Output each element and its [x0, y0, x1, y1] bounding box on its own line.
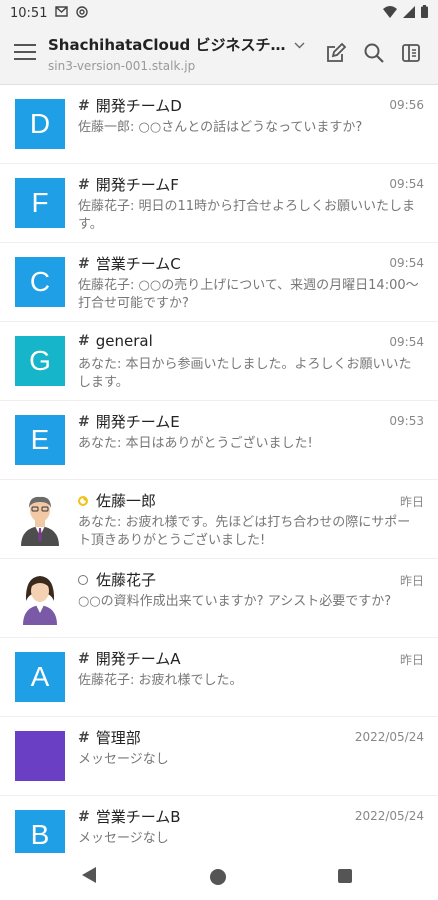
conversation-time: 09:54	[389, 177, 424, 191]
conversation-name-line: # 開発チームF	[78, 174, 378, 195]
channel-hash-icon: #	[78, 97, 90, 114]
conversation-name-line: # 営業チームB	[78, 806, 378, 827]
status-time: 10:51	[10, 5, 48, 21]
message-preview: メッセージなし	[78, 831, 169, 846]
channel-avatar: C	[15, 257, 65, 307]
status-bar: 10:51	[0, 0, 438, 26]
conversation-time: 09:54	[389, 256, 424, 270]
message-preview: あなた: お疲れ様です。先ほどは打ち合わせの際にサポート頂きありがとうございまし…	[78, 515, 411, 548]
chevron-down-icon[interactable]	[294, 38, 305, 52]
conversation-time: 昨日	[399, 574, 424, 588]
channel-avatar: E	[15, 415, 65, 465]
channel-hash-icon: #	[78, 729, 90, 746]
system-nav-bar	[0, 853, 438, 900]
channel-hash-icon: #	[78, 333, 90, 349]
message-preview: 佐藤花子: ○○の売り上げについて、来週の月曜日14:00～打合せ可能ですか?	[78, 278, 419, 311]
conversation-name: 営業チームB	[95, 808, 181, 826]
app-header: ShachihataCloud ビジネスチ… sin3-version-001.…	[0, 26, 438, 85]
message-preview: あなた: 本日はありがとうございました!	[78, 436, 313, 451]
message-preview: 佐藤一郎: ○○さんとの話はどうなっていますか?	[78, 120, 363, 135]
conversation-name-line: # 開発チームA	[78, 648, 378, 669]
conversation-time: 2022/05/24	[354, 809, 424, 823]
conversation-row[interactable]: 佐藤花子 昨日 ○○の資料作成出来ていますか? アシスト必要ですか?	[0, 559, 438, 638]
conversation-name-line: # 管理部	[78, 727, 378, 748]
conversation-row[interactable]: D # 開発チームD 09:56 佐藤一郎: ○○さんとの話はどうなっていますか?	[0, 85, 438, 164]
conversation-name-line: # 営業チームC	[78, 253, 378, 274]
compose-icon[interactable]	[325, 42, 349, 66]
app-title: ShachihataCloud ビジネスチ…	[48, 36, 286, 54]
conversation-name: 開発チームA	[95, 650, 181, 668]
conversation-name-line: 佐藤一郎	[78, 490, 378, 511]
message-preview: 佐藤花子: お疲れ様でした。	[78, 673, 243, 688]
channel-avatar: D	[15, 99, 65, 149]
signal-icon	[403, 5, 415, 22]
message-preview: メッセージなし	[78, 752, 169, 767]
message-preview: ○○の資料作成出来ていますか? アシスト必要ですか?	[78, 594, 392, 609]
conversation-name: general	[95, 332, 153, 350]
wifi-icon	[383, 5, 397, 22]
battery-icon	[421, 5, 428, 22]
channel-hash-icon: #	[78, 650, 90, 667]
conversation-name-line: # general	[78, 332, 378, 350]
channel-avatar	[15, 731, 65, 781]
conversation-time: 2022/05/24	[354, 730, 424, 744]
conversation-name: 管理部	[95, 729, 141, 747]
channel-hash-icon: #	[78, 176, 90, 193]
workspace-domain: sin3-version-001.stalk.jp	[48, 59, 196, 73]
conversation-name: 佐藤一郎	[96, 492, 157, 510]
conversation-name: 開発チームD	[95, 97, 182, 115]
channel-avatar: A	[15, 652, 65, 702]
channel-hash-icon: #	[78, 808, 90, 825]
conversation-name-line: # 開発チームD	[78, 95, 378, 116]
at-sign-icon	[76, 5, 89, 21]
conversation-row[interactable]: # 管理部 2022/05/24 メッセージなし	[0, 717, 438, 796]
conversation-name: 開発チームF	[95, 176, 179, 194]
channel-avatar: B	[15, 810, 65, 853]
conversation-time: 昨日	[399, 653, 424, 667]
channel-avatar: F	[15, 178, 65, 228]
recent-apps-icon[interactable]	[338, 869, 352, 883]
conversation-time: 09:54	[389, 335, 424, 349]
away-status-icon	[78, 495, 88, 506]
conversation-name-line: 佐藤花子	[78, 569, 378, 590]
search-icon[interactable]	[363, 42, 387, 66]
hamburger-menu-icon[interactable]	[14, 44, 36, 64]
conversation-row[interactable]: F # 開発チームF 09:54 佐藤花子: 明日の11時から打合せよろしくお願いいたし…	[0, 164, 438, 243]
conversation-row[interactable]: C # 営業チームC 09:54 佐藤花子: ○○の売り上げについて、来週の月曜日14:…	[0, 243, 438, 322]
conversation-time: 昨日	[399, 495, 424, 509]
conversation-row[interactable]: A # 開発チームA 昨日佐藤花子: お疲れ様でした。	[0, 638, 438, 717]
message-preview: 佐藤花子: 明日の11時から打合せよろしくお願いいたします。	[78, 199, 416, 232]
conversation-name: 佐藤花子	[96, 571, 157, 589]
conversation-row[interactable]: E # 開発チームE 09:53 あなた: 本日はありがとうございました!	[0, 401, 438, 480]
mail-icon	[55, 6, 69, 20]
back-icon[interactable]	[82, 867, 96, 887]
channel-avatar: G	[15, 336, 65, 386]
channel-hash-icon: #	[78, 255, 90, 272]
message-preview: あなた: 本日から参画いたしました。よろしくお願いいたします。	[78, 357, 412, 390]
conversation-name: 営業チームC	[95, 255, 181, 273]
conversation-name-line: # 開発チームE	[78, 411, 378, 432]
workspace-selector[interactable]: ShachihataCloud ビジネスチ… sin3-version-001.…	[48, 34, 318, 73]
panel-icon[interactable]	[400, 42, 424, 66]
channel-hash-icon: #	[78, 413, 90, 430]
conversation-row[interactable]: B # 営業チームB 2022/05/24 メッセージなし	[0, 796, 438, 853]
conversation-row[interactable]: 佐藤一郎 昨日あなた: お疲れ様です。先ほどは打ち合わせの際にサポート頂きありがと…	[0, 480, 438, 559]
home-icon[interactable]	[210, 869, 226, 885]
offline-status-icon	[78, 574, 88, 585]
conversation-time: 09:56	[389, 98, 424, 112]
conversation-list[interactable]: D # 開発チームD 09:56 佐藤一郎: ○○さんとの話はどうなっていますか? F # 開…	[0, 85, 438, 853]
user-avatar-man	[15, 494, 65, 546]
conversation-time: 09:53	[389, 414, 424, 428]
user-avatar-woman	[15, 573, 65, 625]
conversation-name: 開発チームE	[95, 413, 180, 431]
conversation-row[interactable]: G # general 09:54 あなた: 本日から参画いたしました。よろしくお願いい…	[0, 322, 438, 401]
